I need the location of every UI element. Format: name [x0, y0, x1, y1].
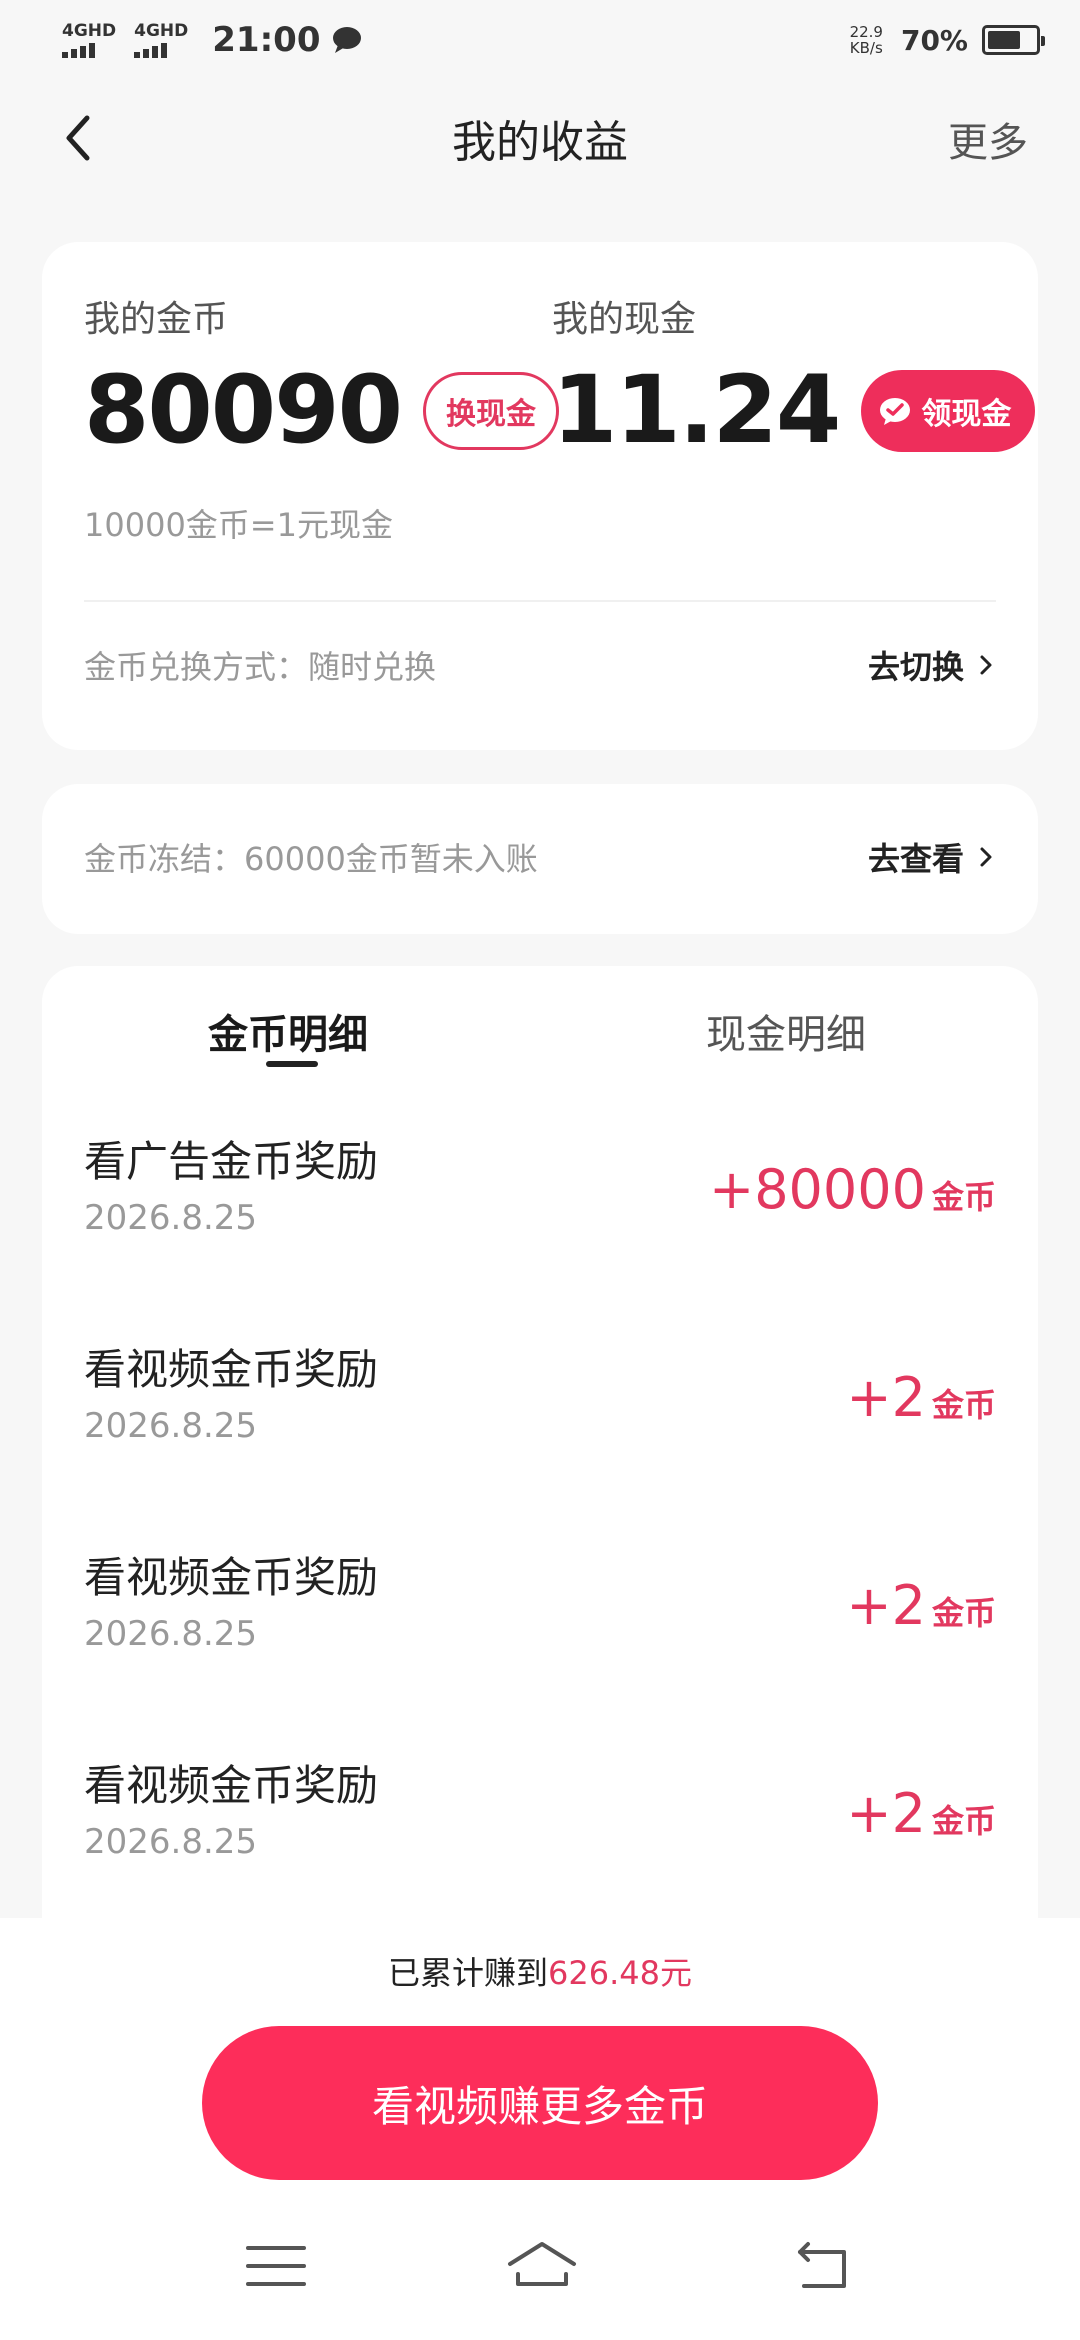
signal-indicator-2: 4GHD [134, 22, 188, 58]
record-amount-value: +80000 [708, 1158, 926, 1221]
withdraw-cash-button[interactable]: 领现金 [861, 370, 1036, 452]
record-amount-value: +2 [846, 1574, 926, 1637]
record-amount: +2 金币 [846, 1782, 996, 1845]
system-nav-bar [0, 2198, 1080, 2340]
exchange-rate-note: 10000金币=1元现金 [84, 506, 393, 544]
record-date: 2026.8.25 [84, 1614, 258, 1654]
coin-freeze-text: 金币冻结：60000金币暂未入账 [84, 840, 538, 878]
coins-label: 我的金币 [84, 299, 229, 340]
back-nav-icon[interactable] [792, 2238, 856, 2294]
tab-coin-detail[interactable]: 金币明细 [208, 1002, 368, 1060]
signal-indicator-1: 4GHD [62, 22, 116, 58]
menu-icon[interactable] [244, 2238, 308, 2294]
home-icon[interactable] [506, 2238, 578, 2294]
record-title: 看视频金币奖励 [84, 1761, 379, 1810]
detail-tabs: 金币明细 现金明细 [42, 966, 1038, 1086]
back-button[interactable] [50, 110, 106, 166]
record-amount-unit: 金币 [931, 1594, 996, 1632]
total-earned-prefix: 已累计赚到 [388, 1954, 549, 1992]
record-item: 看广告金币奖励 2026.8.25 +80000 金币 [42, 1128, 1038, 1336]
chevron-right-icon [980, 655, 992, 675]
divider [84, 600, 996, 602]
coins-amount-row: 80090 换现金 [84, 356, 560, 465]
status-time: 21:00 [212, 20, 321, 60]
active-tab-indicator [266, 1061, 318, 1067]
record-title: 看视频金币奖励 [84, 1553, 379, 1602]
view-frozen-label: 去查看 [867, 840, 964, 878]
network-speed-value: 22.9 [849, 23, 883, 41]
exchange-cash-button[interactable]: 换现金 [423, 372, 560, 450]
signal-bars-icon [62, 42, 95, 58]
cash-value: 11.24 [552, 356, 841, 465]
switch-mode-button[interactable]: 去切换 [868, 642, 996, 688]
record-date: 2026.8.25 [84, 1198, 258, 1238]
coin-freeze-card: 金币冻结：60000金币暂未入账 去查看 [42, 784, 1038, 934]
record-date: 2026.8.25 [84, 1822, 258, 1862]
network-speed-unit: KB/s [849, 39, 883, 57]
cash-label: 我的现金 [552, 299, 697, 340]
signal-bars-icon [134, 42, 168, 58]
bottom-panel: 已累计赚到626.48元 看视频赚更多金币 [0, 1918, 1080, 2198]
battery-icon [982, 25, 1045, 55]
battery-percent: 70% [900, 23, 968, 57]
wechat-icon [880, 398, 911, 425]
coins-value: 80090 [84, 356, 403, 465]
message-bubble-icon [333, 27, 362, 53]
network-speed: 22.9 KB/s [850, 24, 883, 56]
page-title: 我的收益 [452, 117, 628, 168]
record-amount-unit: 金币 [931, 1802, 996, 1840]
status-right: 22.9 KB/s 70% [850, 23, 1045, 57]
withdraw-cash-label: 领现金 [921, 397, 1012, 432]
coin-freeze-row: 金币冻结：60000金币暂未入账 去查看 [84, 834, 996, 880]
record-title: 看视频金币奖励 [84, 1345, 379, 1394]
total-earned-value: 626.48元 [548, 1954, 692, 1992]
record-amount-value: +2 [846, 1782, 926, 1845]
record-amount: +2 金币 [846, 1574, 996, 1637]
status-bar: 4GHD 4GHD 21:00 22.9 KB/s 70% [0, 0, 1080, 80]
record-title: 看广告金币奖励 [84, 1137, 379, 1186]
nav-bar: 我的收益 更多 [0, 90, 1080, 186]
record-amount-value: +2 [846, 1366, 926, 1429]
cash-section: 我的现金 11.24 领现金 [552, 290, 1036, 465]
coins-section: 我的金币 80090 换现金 [84, 290, 560, 465]
tab-cash-detail[interactable]: 现金明细 [706, 1002, 866, 1060]
record-amount-unit: 金币 [931, 1386, 996, 1424]
record-item: 看视频金币奖励 2026.8.25 +2 金币 [42, 1336, 1038, 1544]
record-amount: +2 金币 [846, 1366, 996, 1429]
switch-mode-label: 去切换 [867, 648, 964, 686]
detail-card: 金币明细 现金明细 看广告金币奖励 2026.8.25 +80000 金币 看视… [42, 966, 1038, 2026]
record-amount-unit: 金币 [931, 1178, 996, 1216]
exchange-mode-text: 金币兑换方式：随时兑换 [84, 648, 437, 686]
signal-label: 4GHD [62, 21, 117, 41]
record-date: 2026.8.25 [84, 1406, 258, 1446]
record-item: 看视频金币奖励 2026.8.25 +2 金币 [42, 1544, 1038, 1752]
watch-video-earn-button[interactable]: 看视频赚更多金币 [202, 2026, 878, 2180]
view-frozen-button[interactable]: 去查看 [868, 834, 996, 880]
chevron-left-icon [66, 115, 90, 161]
more-button[interactable]: 更多 [948, 110, 1028, 168]
signal-label: 4GHD [134, 21, 189, 41]
total-earned: 已累计赚到626.48元 [0, 1948, 1080, 1994]
chevron-right-icon [980, 847, 992, 867]
battery-fill [988, 31, 1021, 49]
record-amount: +80000 金币 [709, 1158, 996, 1221]
exchange-mode-row: 金币兑换方式：随时兑换 去切换 [84, 642, 996, 688]
earnings-card: 我的金币 80090 换现金 我的现金 11.24 领现金 10000金币=1元… [42, 242, 1038, 750]
cash-amount-row: 11.24 领现金 [552, 356, 1036, 465]
